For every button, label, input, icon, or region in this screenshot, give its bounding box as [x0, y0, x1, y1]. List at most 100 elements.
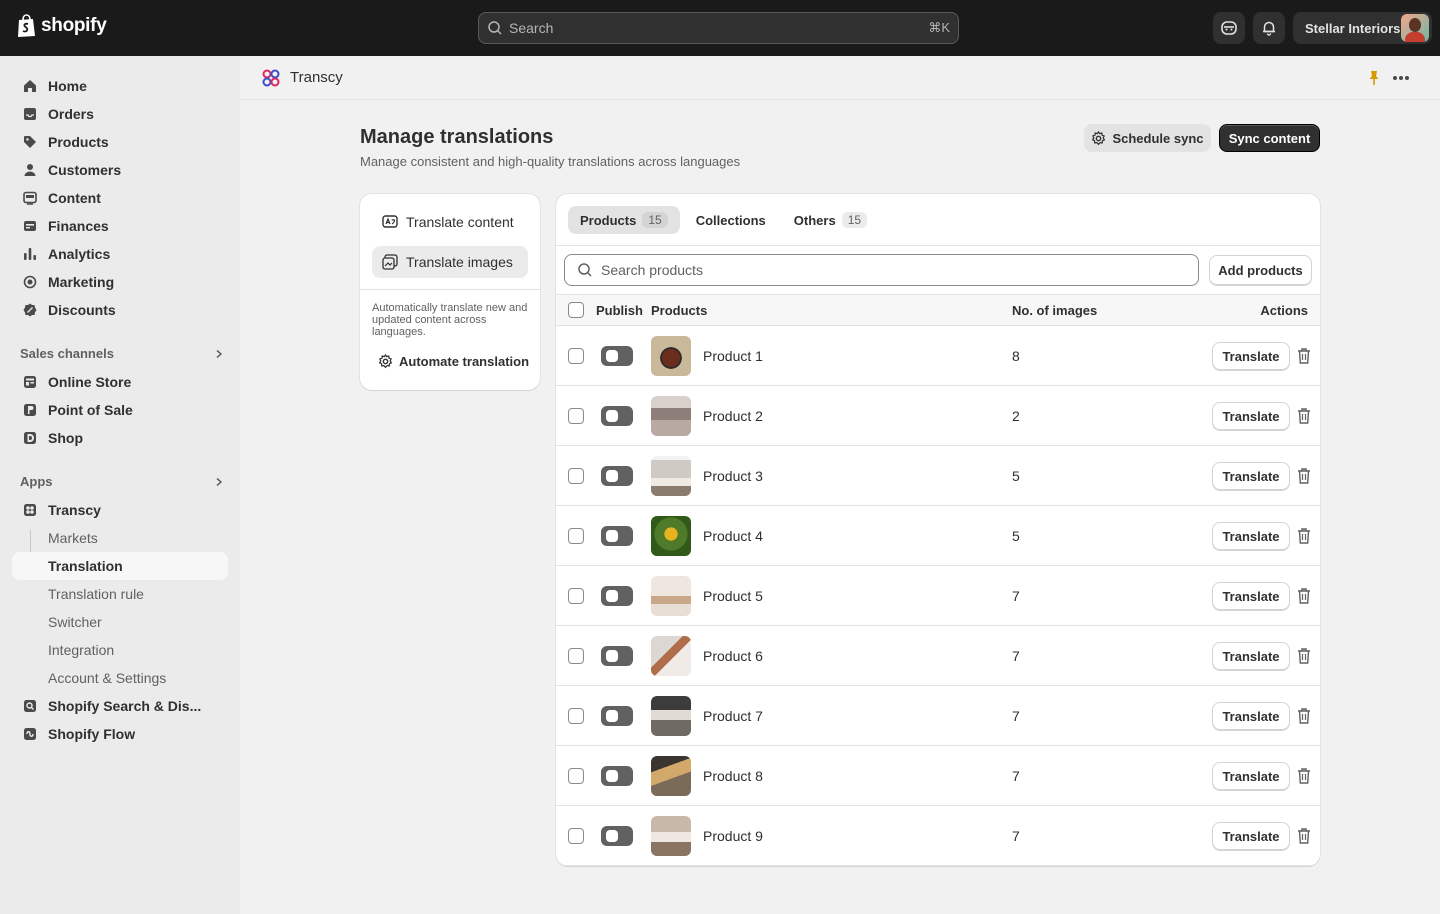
nav-online-store[interactable]: Online Store	[12, 368, 228, 396]
nav-translation-rule[interactable]: Translation rule	[12, 580, 228, 608]
nav-account-settings[interactable]: Account & Settings	[12, 664, 228, 692]
product-thumbnail	[651, 336, 691, 376]
nav-orders[interactable]: Orders	[12, 100, 228, 128]
trash-icon[interactable]	[1296, 827, 1312, 845]
nav-home[interactable]: Home	[12, 72, 228, 100]
tab-products[interactable]: Products 15	[568, 206, 680, 234]
translate-button[interactable]: Translate	[1212, 582, 1290, 610]
publish-toggle[interactable]	[601, 526, 633, 546]
trash-icon[interactable]	[1296, 407, 1312, 425]
publish-toggle[interactable]	[601, 706, 633, 726]
product-thumbnail	[651, 516, 691, 556]
row-checkbox[interactable]	[568, 408, 584, 424]
nav-shopify-flow[interactable]: Shopify Flow	[12, 720, 228, 748]
translate-button[interactable]: Translate	[1212, 642, 1290, 670]
nav-customers[interactable]: Customers	[12, 156, 228, 184]
nav-transcy[interactable]: Transcy	[12, 496, 228, 524]
apps-label: Apps	[20, 474, 53, 489]
translation-menu-card: Translate content Translate images Autom…	[360, 194, 540, 390]
nav-markets[interactable]: Markets	[12, 524, 228, 552]
publish-toggle[interactable]	[601, 586, 633, 606]
header-actions: Actions	[1260, 303, 1308, 318]
nav-marketing[interactable]: Marketing	[12, 268, 228, 296]
translate-button[interactable]: Translate	[1212, 522, 1290, 550]
nav-discounts[interactable]: Discounts	[12, 296, 228, 324]
apps-header[interactable]: Apps	[20, 474, 224, 489]
more-horizontal-icon[interactable]	[1391, 70, 1411, 86]
nav-integration[interactable]: Integration	[12, 636, 228, 664]
pin-icon[interactable]	[1366, 70, 1382, 86]
nav-finances-label: Finances	[48, 218, 109, 234]
page-subtitle: Manage consistent and high-quality trans…	[360, 154, 741, 169]
product-thumbnail	[651, 576, 691, 616]
schedule-sync-button[interactable]: Schedule sync	[1084, 124, 1211, 152]
nav-finances[interactable]: Finances	[12, 212, 228, 240]
tab-collections[interactable]: Collections	[684, 206, 778, 234]
sidekick-button[interactable]	[1213, 12, 1245, 44]
product-thumbnail	[651, 456, 691, 496]
product-name: Product 5	[703, 588, 763, 604]
nav-translation[interactable]: Translation	[12, 552, 228, 580]
row-checkbox[interactable]	[568, 648, 584, 664]
translate-images-label: Translate images	[406, 254, 513, 270]
automate-description: Automatically translate new and updated …	[372, 302, 528, 338]
translate-button[interactable]: Translate	[1212, 462, 1290, 490]
tabs: Products 15 Collections Others 15	[568, 206, 879, 234]
row-checkbox[interactable]	[568, 708, 584, 724]
nav-content[interactable]: Content	[12, 184, 228, 212]
nav-point-of-sale[interactable]: Point of Sale	[12, 396, 228, 424]
translate-button[interactable]: Translate	[1212, 342, 1290, 370]
product-thumbnail	[651, 696, 691, 736]
content-icon	[20, 188, 40, 208]
trash-icon[interactable]	[1296, 587, 1312, 605]
nav-analytics[interactable]: Analytics	[12, 240, 228, 268]
translate-images-item[interactable]: Translate images	[372, 246, 528, 278]
publish-toggle[interactable]	[601, 406, 633, 426]
shopify-logo[interactable]: shopify	[16, 14, 107, 38]
translate-button[interactable]: Translate	[1212, 402, 1290, 430]
sidekick-icon	[1221, 21, 1237, 35]
trash-icon[interactable]	[1296, 347, 1312, 365]
sidebar: Home Orders Products Customers Content F…	[0, 56, 240, 914]
trash-icon[interactable]	[1296, 527, 1312, 545]
trash-icon[interactable]	[1296, 707, 1312, 725]
add-products-button[interactable]: Add products	[1209, 255, 1312, 285]
store-menu[interactable]: Stellar Interiors	[1293, 12, 1432, 44]
notifications-button[interactable]	[1253, 12, 1285, 44]
row-checkbox[interactable]	[568, 588, 584, 604]
trash-icon[interactable]	[1296, 647, 1312, 665]
image-count: 7	[1012, 828, 1020, 844]
trash-icon[interactable]	[1296, 767, 1312, 785]
row-checkbox[interactable]	[568, 768, 584, 784]
translate-button[interactable]: Translate	[1212, 762, 1290, 790]
translate-button[interactable]: Translate	[1212, 702, 1290, 730]
row-checkbox[interactable]	[568, 528, 584, 544]
publish-toggle[interactable]	[601, 766, 633, 786]
nav-shopify-search[interactable]: Shopify Search & Dis...	[12, 692, 228, 720]
row-checkbox[interactable]	[568, 468, 584, 484]
tab-others[interactable]: Others 15	[782, 206, 879, 234]
publish-toggle[interactable]	[601, 646, 633, 666]
publish-toggle[interactable]	[601, 466, 633, 486]
automate-translation-button[interactable]: Automate translation	[378, 354, 529, 369]
row-checkbox[interactable]	[568, 828, 584, 844]
image-count: 7	[1012, 768, 1020, 784]
publish-toggle[interactable]	[601, 826, 633, 846]
sync-content-button[interactable]: Sync content	[1219, 124, 1320, 152]
gear-icon	[1092, 130, 1106, 145]
publish-toggle[interactable]	[601, 346, 633, 366]
row-checkbox[interactable]	[568, 348, 584, 364]
nav-products[interactable]: Products	[12, 128, 228, 156]
tabs-divider	[556, 245, 1320, 246]
automate-translation-label: Automate translation	[399, 354, 530, 369]
translate-content-item[interactable]: Translate content	[372, 206, 528, 238]
nav-shop[interactable]: Shop	[12, 424, 228, 452]
trash-icon[interactable]	[1296, 467, 1312, 485]
global-search[interactable]: Search ⌘K	[478, 12, 959, 44]
select-all-checkbox[interactable]	[568, 302, 584, 318]
nav-switcher[interactable]: Switcher	[12, 608, 228, 636]
sales-channels-header[interactable]: Sales channels	[20, 346, 224, 361]
translate-button[interactable]: Translate	[1212, 822, 1290, 850]
table-row: Product 8 7 Translate	[556, 746, 1320, 806]
product-search-input[interactable]: Search products	[564, 254, 1199, 286]
